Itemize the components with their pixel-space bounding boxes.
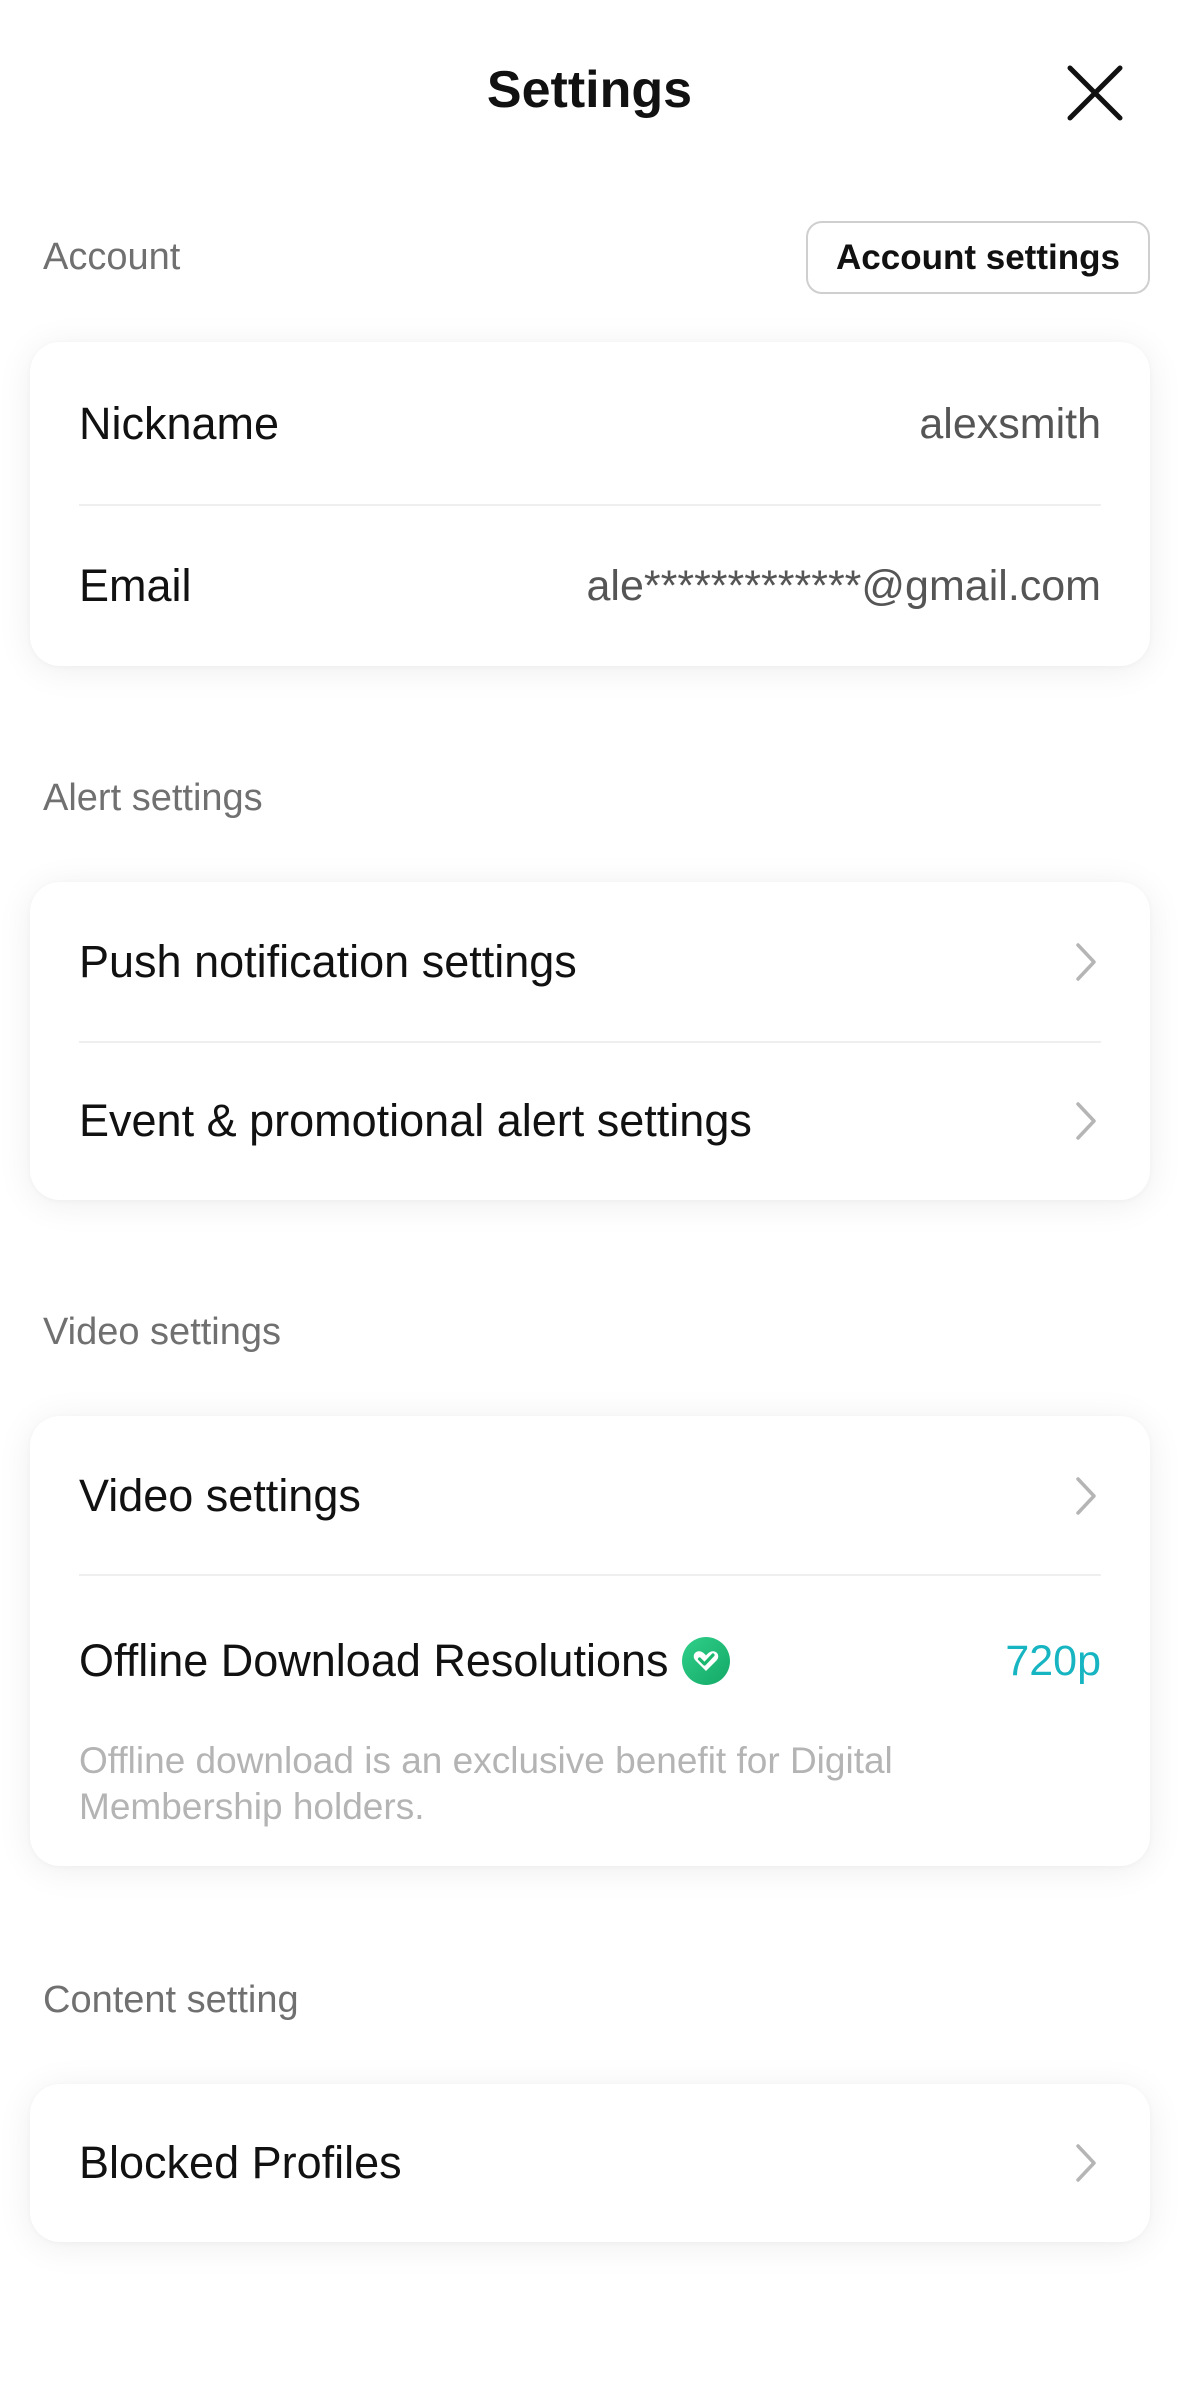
content-section-label: Content setting	[43, 1979, 299, 2021]
account-card: Nickname alexsmith Email ale************…	[30, 342, 1150, 666]
push-notification-row[interactable]: Push notification settings	[79, 934, 1101, 990]
email-value: ale*************@gmail.com	[586, 562, 1101, 610]
push-notification-label: Push notification settings	[79, 936, 577, 987]
email-row: Email ale*************@gmail.com	[79, 558, 1101, 614]
alert-section-label: Alert settings	[43, 777, 263, 819]
event-promo-alert-row[interactable]: Event & promotional alert settings	[79, 1093, 1101, 1149]
close-button[interactable]	[1060, 58, 1130, 128]
chevron-right-icon	[1071, 1474, 1101, 1518]
close-icon	[1067, 65, 1123, 121]
page-title: Settings	[486, 61, 693, 119]
offline-resolution-label: Offline Download Resolutions	[79, 1635, 669, 1686]
chevron-right-icon	[1071, 2141, 1101, 2185]
content-card: Blocked Profiles	[30, 2084, 1150, 2242]
email-label: Email	[79, 560, 192, 611]
alert-card: Push notification settings Event & promo…	[30, 882, 1150, 1200]
nickname-row: Nickname alexsmith	[79, 396, 1101, 452]
blocked-profiles-row[interactable]: Blocked Profiles	[79, 2135, 1101, 2191]
video-card: Video settings Offline Download Resoluti…	[30, 1416, 1150, 1866]
video-section-label: Video settings	[43, 1311, 282, 1353]
account-settings-button[interactable]: Account settings	[806, 221, 1150, 294]
divider	[79, 504, 1101, 506]
nickname-value: alexsmith	[919, 400, 1101, 448]
membership-badge-icon	[681, 1636, 731, 1686]
divider	[79, 1574, 1101, 1576]
divider	[79, 1041, 1101, 1043]
offline-resolution-value: 720p	[1005, 1637, 1101, 1685]
chevron-right-icon	[1071, 940, 1101, 984]
account-section-label: Account	[43, 236, 181, 278]
settings-page: Settings Account Account settings Nickna…	[0, 0, 1179, 2396]
event-promo-alert-label: Event & promotional alert settings	[79, 1095, 752, 1146]
video-settings-label: Video settings	[79, 1470, 361, 1521]
chevron-right-icon	[1071, 1099, 1101, 1143]
blocked-profiles-label: Blocked Profiles	[79, 2137, 402, 2188]
offline-download-note: Offline download is an exclusive benefit…	[79, 1740, 893, 1827]
offline-resolution-row[interactable]: Offline Download Resolutions 720p	[79, 1633, 1101, 1689]
video-settings-row[interactable]: Video settings	[79, 1468, 1101, 1524]
nickname-label: Nickname	[79, 398, 280, 449]
header: Settings	[0, 0, 1179, 180]
